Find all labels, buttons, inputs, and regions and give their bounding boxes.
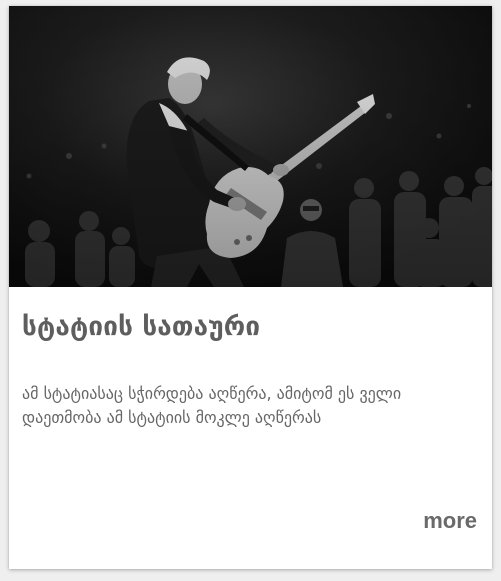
card-description: ამ სტატიასაც სჭირდება აღწერა, ამიტომ ეს … bbox=[22, 384, 402, 427]
concert-guitarist-photo bbox=[9, 6, 492, 287]
card-title: სტატიის სათაური bbox=[22, 312, 261, 342]
more-link[interactable]: more bbox=[423, 508, 477, 534]
article-card: სტატიის სათაური ამ სტატიასაც სჭირდება აღ… bbox=[9, 6, 492, 569]
card-image bbox=[9, 6, 492, 287]
